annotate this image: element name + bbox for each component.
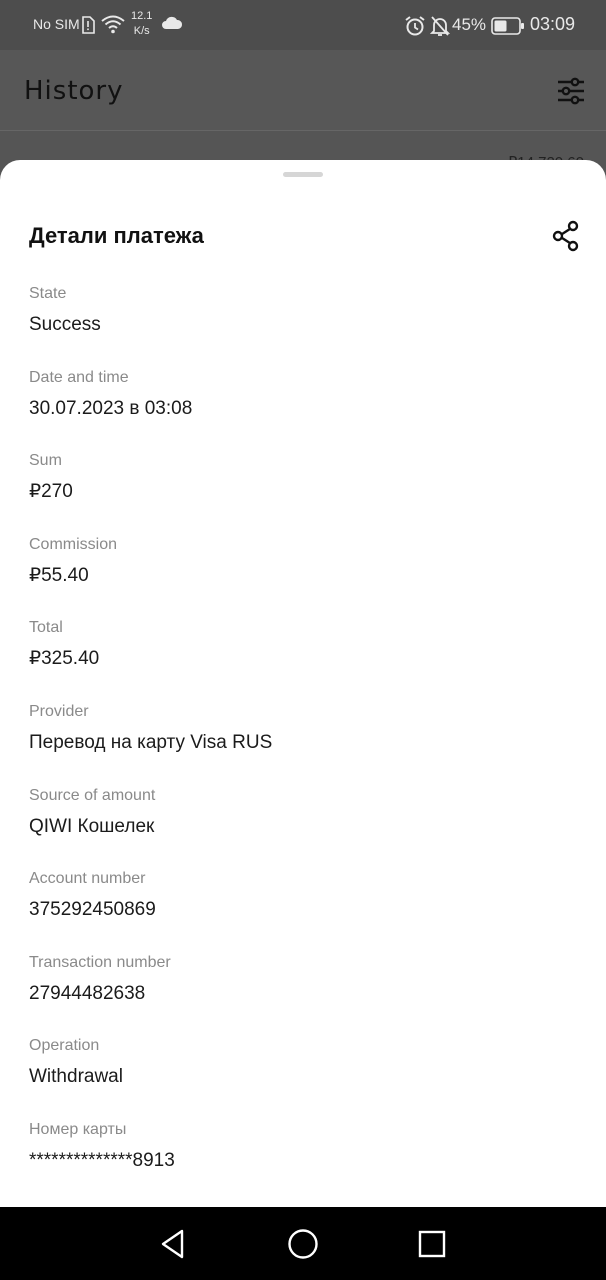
field-provider: Provider Перевод на карту Visa RUS xyxy=(29,702,272,755)
share-icon xyxy=(552,220,579,252)
field-value: Success xyxy=(29,314,101,335)
field-label: Account number xyxy=(29,870,146,887)
field-account-number: Account number 375292450869 xyxy=(29,869,156,922)
payment-details-sheet: Детали платежа State Success Date and ti… xyxy=(0,160,606,1207)
field-value: ₽270 xyxy=(29,481,73,502)
field-value: QIWI Кошелек xyxy=(29,816,155,837)
field-label: Transaction number xyxy=(29,954,171,971)
battery-icon xyxy=(491,17,525,35)
field-operation: Operation Withdrawal xyxy=(29,1036,123,1089)
bell-off-icon xyxy=(430,15,450,37)
status-bar: No SIM 12.1 K/s 45% 03:09 xyxy=(0,0,606,50)
field-total: Total ₽325.40 xyxy=(29,618,99,671)
back-triangle-icon xyxy=(161,1229,184,1259)
history-header: History xyxy=(0,50,606,131)
field-value: Withdrawal xyxy=(29,1066,123,1087)
field-transaction-number: Transaction number 27944482638 xyxy=(29,953,171,1006)
filter-sliders-icon xyxy=(558,77,584,105)
field-label: Total xyxy=(29,619,63,636)
filter-button[interactable] xyxy=(555,75,587,112)
field-label: Sum xyxy=(29,452,62,469)
home-button[interactable] xyxy=(286,1227,320,1261)
field-label: Provider xyxy=(29,703,89,720)
alarm-icon xyxy=(404,15,426,37)
wifi-icon xyxy=(101,14,125,34)
sim-alert-icon xyxy=(81,16,95,34)
page-title: History xyxy=(24,76,124,106)
field-state: State Success xyxy=(29,284,101,337)
home-circle-icon xyxy=(288,1229,318,1259)
field-commission: Commission ₽55.40 xyxy=(29,535,117,588)
cloud-icon xyxy=(161,15,183,31)
field-value: ₽325.40 xyxy=(29,648,100,669)
field-value: ₽55.40 xyxy=(29,565,89,586)
net-speed: 12.1 K/s xyxy=(131,9,152,39)
battery-percent: 45% xyxy=(452,15,487,34)
back-button[interactable] xyxy=(156,1227,190,1261)
field-label: Source of amount xyxy=(29,787,156,804)
field-value: Перевод на карту Visa RUS xyxy=(29,732,273,753)
field-card-number: Номер карты **************8913 xyxy=(29,1120,175,1173)
field-label: State xyxy=(29,285,67,302)
field-sum: Sum ₽270 xyxy=(29,451,73,504)
share-button[interactable] xyxy=(550,220,582,252)
recents-button[interactable] xyxy=(415,1227,449,1261)
field-value: 27944482638 xyxy=(29,983,146,1004)
field-date-time: Date and time 30.07.2023 в 03:08 xyxy=(29,368,192,421)
field-value: 30.07.2023 в 03:08 xyxy=(29,398,193,419)
recents-square-icon xyxy=(418,1230,446,1258)
net-speed-value: 12.1 xyxy=(131,10,153,22)
clock: 03:09 xyxy=(530,14,576,34)
field-source-of-amount: Source of amount QIWI Кошелек xyxy=(29,786,155,839)
field-label: Commission xyxy=(29,536,118,553)
field-label: Operation xyxy=(29,1037,100,1054)
field-label: Номер карты xyxy=(29,1121,127,1138)
navigation-bar xyxy=(0,1207,606,1280)
field-value: 375292450869 xyxy=(29,899,156,920)
drag-handle[interactable] xyxy=(283,172,323,177)
sim-status: No SIM xyxy=(33,16,80,32)
field-label: Date and time xyxy=(29,369,129,386)
sheet-title: Детали платежа xyxy=(29,223,204,248)
net-speed-unit: K/s xyxy=(133,25,150,37)
field-value: **************8913 xyxy=(29,1150,175,1171)
